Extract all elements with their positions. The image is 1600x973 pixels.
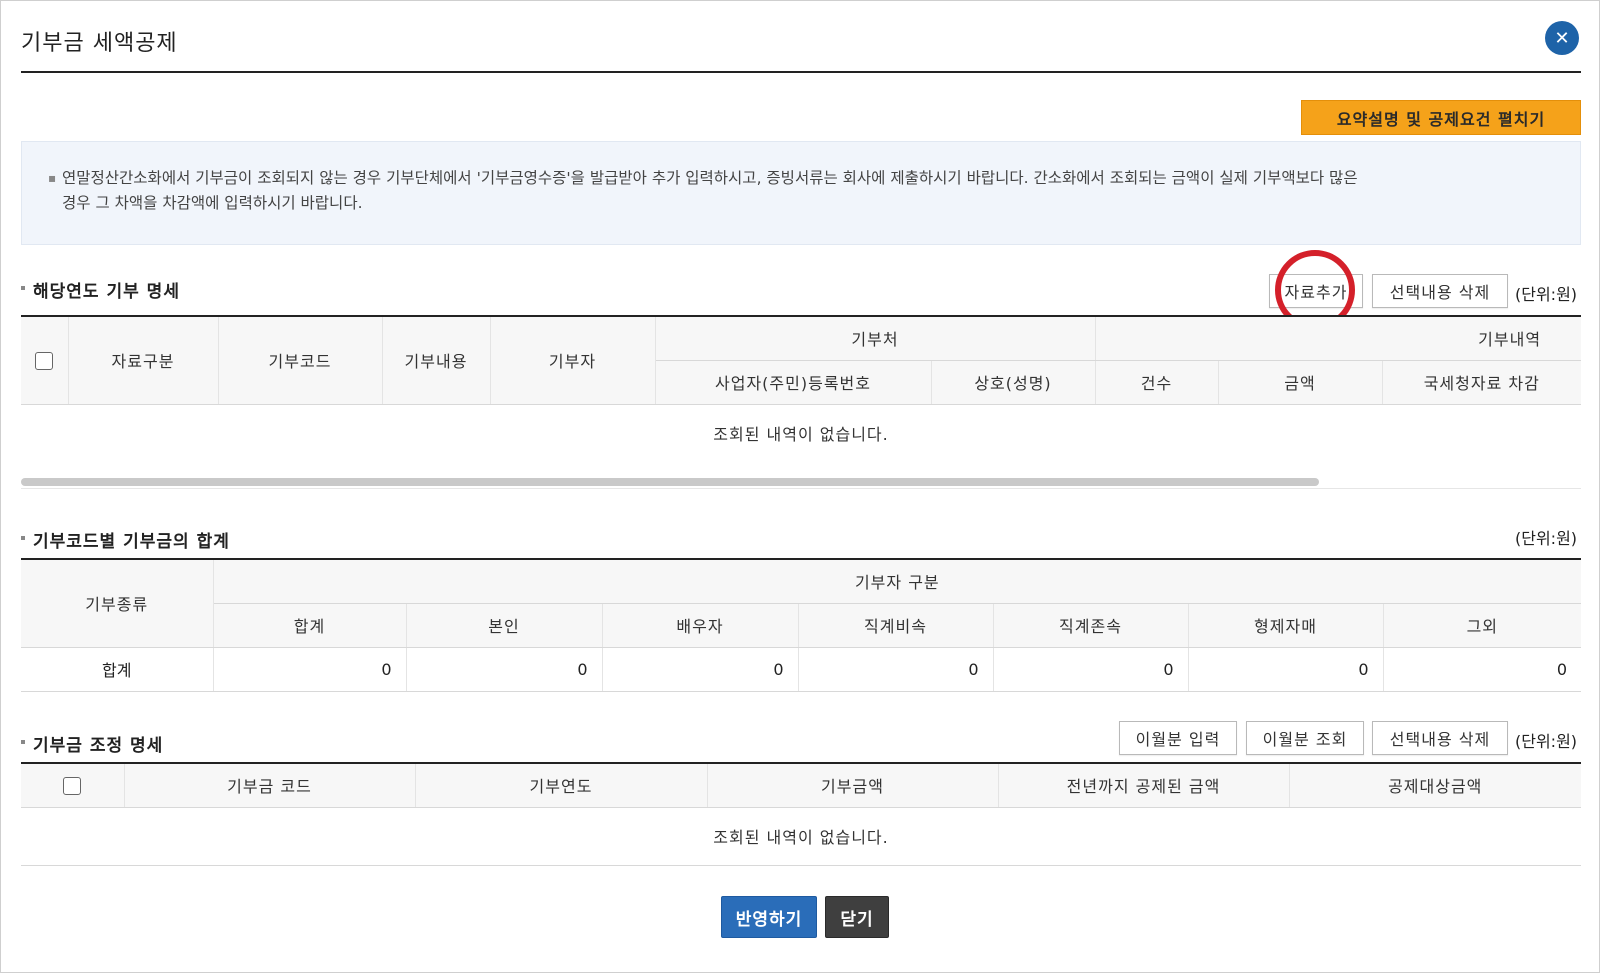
col-prior-deducted: 전년까지 공제된 금액 bbox=[998, 763, 1290, 808]
col-data-type: 자료구분 bbox=[68, 316, 219, 405]
close-icon[interactable]: ✕ bbox=[1545, 21, 1579, 55]
col-reg-number: 사업자(주민)등록번호 bbox=[655, 360, 932, 405]
cell-ascendant: 0 bbox=[993, 647, 1189, 692]
col-donation-year: 기부연도 bbox=[415, 763, 708, 808]
select-all-checkbox[interactable] bbox=[63, 777, 82, 795]
bullet-icon bbox=[21, 740, 25, 744]
unit-label: (단위:원) bbox=[1515, 285, 1578, 304]
dialog-title: 기부금 세액공제 bbox=[21, 31, 178, 56]
col-donor: 기부자 bbox=[490, 316, 656, 405]
col-recipient-group: 기부처 bbox=[655, 316, 1096, 361]
col-nts-deduct: 국세청자료 차감 bbox=[1382, 360, 1582, 405]
cell-sibling: 0 bbox=[1188, 647, 1384, 692]
section-title-current-year: 해당연도 기부 명세 bbox=[21, 277, 180, 302]
cell-other: 0 bbox=[1383, 647, 1582, 692]
table-row: 합계 0 0 0 0 0 0 0 bbox=[21, 647, 1582, 692]
row-label: 합계 bbox=[21, 647, 214, 692]
close-button[interactable]: 닫기 bbox=[825, 896, 889, 938]
dialog-header: 기부금 세액공제 ✕ bbox=[21, 1, 1581, 73]
apply-button[interactable]: 반영하기 bbox=[721, 896, 817, 938]
empty-message: 조회된 내역이 없습니다. bbox=[713, 425, 889, 445]
section-title-code-totals: 기부코드별 기부금의 합계 bbox=[21, 527, 230, 552]
col-self: 본인 bbox=[406, 603, 603, 648]
unit-label: (단위:원) bbox=[1515, 732, 1578, 751]
col-deductible-amount: 공제대상금액 bbox=[1289, 763, 1581, 808]
cell-total: 0 bbox=[213, 647, 407, 692]
col-count: 건수 bbox=[1095, 360, 1219, 405]
delete-selected-button[interactable]: 선택내용 삭제 bbox=[1372, 274, 1508, 308]
col-donation-code: 기부금 코드 bbox=[124, 763, 416, 808]
col-other: 그외 bbox=[1383, 603, 1582, 648]
col-donor-group: 기부자 구분 bbox=[213, 559, 1582, 604]
section-title-adjustment: 기부금 조정 명세 bbox=[21, 731, 163, 756]
info-box: ▪ 연말정산간소화에서 기부금이 조회되지 않는 경우 기부단체에서 '기부금영… bbox=[21, 141, 1581, 245]
cell-spouse: 0 bbox=[602, 647, 799, 692]
col-donation-content: 기부내용 bbox=[382, 316, 491, 405]
col-donation-amount: 기부금액 bbox=[707, 763, 999, 808]
add-data-button[interactable]: 자료추가 bbox=[1269, 274, 1363, 308]
info-text-line1: 연말정산간소화에서 기부금이 조회되지 않는 경우 기부단체에서 '기부금영수증… bbox=[62, 169, 1358, 187]
current-year-table: 자료구분 기부코드 기부내용 기부자 기부처 기부내역 사업자(주민)등록번호 … bbox=[21, 315, 1582, 462]
col-details-group: 기부내역 bbox=[1095, 316, 1582, 361]
select-all-header bbox=[21, 763, 125, 808]
bullet-icon bbox=[21, 536, 25, 540]
cell-descendant: 0 bbox=[798, 647, 994, 692]
col-ascendant: 직계존속 bbox=[993, 603, 1189, 648]
code-totals-table: 기부종류 기부자 구분 합계 본인 배우자 직계비속 직계존속 형제자매 그외 … bbox=[21, 558, 1582, 692]
empty-message: 조회된 내역이 없습니다. bbox=[21, 807, 1581, 866]
section-title-text: 기부코드별 기부금의 합계 bbox=[33, 532, 230, 552]
cell-self: 0 bbox=[406, 647, 603, 692]
section-title-text: 해당연도 기부 명세 bbox=[33, 282, 180, 302]
carryover-input-button[interactable]: 이월분 입력 bbox=[1119, 721, 1237, 755]
unit-label: (단위:원) bbox=[1515, 529, 1578, 548]
delete-selected-button[interactable]: 선택내용 삭제 bbox=[1372, 721, 1508, 755]
select-all-checkbox[interactable] bbox=[35, 352, 54, 370]
horizontal-scrollbar[interactable] bbox=[21, 478, 1319, 486]
col-amount: 금액 bbox=[1218, 360, 1383, 405]
col-donation-code: 기부코드 bbox=[218, 316, 383, 405]
section-title-text: 기부금 조정 명세 bbox=[33, 736, 164, 756]
bullet-icon: ▪ bbox=[48, 171, 57, 185]
adjustment-table: 기부금 코드 기부연도 기부금액 전년까지 공제된 금액 공제대상금액 조회된 … bbox=[21, 762, 1581, 866]
col-total: 합계 bbox=[213, 603, 407, 648]
col-donation-type: 기부종류 bbox=[21, 559, 214, 648]
scroll-track bbox=[21, 488, 1581, 489]
bullet-icon bbox=[21, 286, 25, 290]
select-all-header bbox=[21, 316, 69, 405]
info-text-line2: 경우 그 차액을 차감액에 입력하시기 바랍니다. bbox=[62, 194, 363, 212]
col-spouse: 배우자 bbox=[602, 603, 799, 648]
donation-tax-credit-dialog: 기부금 세액공제 ✕ 요약설명 및 공제요건 펼치기 ▪ 연말정산간소화에서 기… bbox=[0, 0, 1600, 973]
carryover-query-button[interactable]: 이월분 조회 bbox=[1246, 721, 1364, 755]
col-descendant: 직계비속 bbox=[798, 603, 994, 648]
col-name: 상호(성명) bbox=[931, 360, 1096, 405]
col-sibling: 형제자매 bbox=[1188, 603, 1384, 648]
summary-expand-button[interactable]: 요약설명 및 공제요건 펼치기 bbox=[1301, 100, 1581, 135]
